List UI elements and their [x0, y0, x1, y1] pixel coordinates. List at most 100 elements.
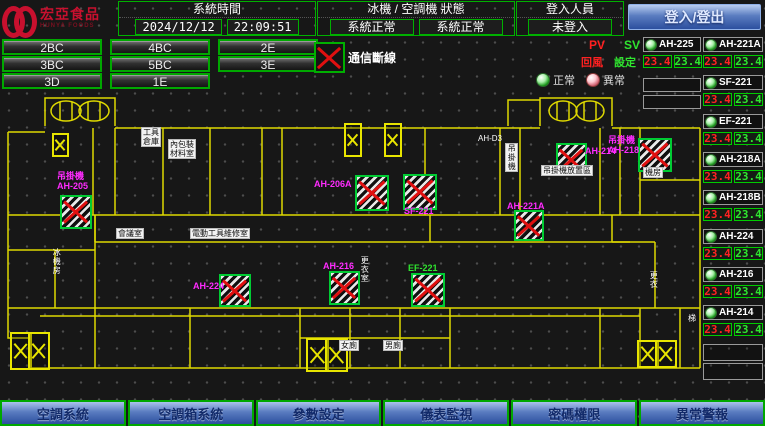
equipment-label-0: 吊掛機 AH-205	[57, 172, 88, 192]
offline-equipment-box-0[interactable]	[60, 195, 92, 229]
room-label-9: 冰機房	[52, 248, 61, 275]
system-time-title: 系統時間	[119, 2, 315, 18]
device-lamp-icon	[705, 39, 717, 51]
device-pv-value: 23.4	[703, 247, 732, 260]
floor-button-3e[interactable]: 3E	[218, 56, 318, 72]
device-sv-value: 23.4	[734, 285, 763, 298]
nav-button-0[interactable]: 空調系統	[0, 400, 126, 426]
equipment-label-2: SF-221	[404, 207, 434, 217]
device-right-AH-218B[interactable]: AH-218B	[703, 190, 763, 205]
offline-equipment-box-1[interactable]	[355, 175, 389, 211]
device-name-label: AH-224	[719, 231, 753, 242]
device-sv-value: 23.4	[734, 247, 763, 260]
device-sv-value: 23.4	[734, 208, 763, 221]
login-logout-button[interactable]: 登入/登出	[628, 4, 761, 30]
machine-status-panel: 冰機 / 空調機 狀態 系統正常系統正常	[317, 1, 515, 36]
device-name-label: AH-214	[719, 307, 753, 318]
device-right-AH-216[interactable]: AH-216	[703, 267, 763, 282]
floor-button-3bc[interactable]: 3BC	[2, 56, 102, 72]
room-label-2: AH-D3	[478, 134, 502, 143]
pv-name-label: 回風	[581, 54, 603, 70]
brand-name-en: HUNYA FOODS	[40, 23, 100, 29]
nav-button-3[interactable]: 儀表監視	[383, 400, 509, 426]
nav-button-2[interactable]: 參數設定	[256, 400, 382, 426]
device-sv-value: 23.4	[734, 323, 763, 336]
machine-status-title: 冰機 / 空調機 狀態	[318, 2, 514, 18]
empty-device-slot-left-0	[643, 78, 701, 92]
room-label-12: 更衣	[649, 271, 658, 289]
device-name-label: EF-221	[719, 116, 752, 127]
device-lamp-icon	[705, 154, 717, 166]
offline-equipment-box-2[interactable]	[403, 174, 437, 210]
device-right-SF-221[interactable]: SF-221	[703, 75, 763, 90]
stair-elevator-icon-2	[384, 123, 402, 157]
offline-equipment-box-8[interactable]	[411, 273, 445, 307]
empty-device-slot-right-0	[703, 344, 763, 361]
floor-button-1e[interactable]: 1E	[110, 73, 210, 89]
stair-elevator-icon-4	[28, 332, 50, 370]
device-name-label: AH-218A	[719, 154, 761, 165]
floor-row-1: 3BC 5BC 3E	[2, 56, 332, 72]
device-right-AH-224[interactable]: AH-224	[703, 229, 763, 244]
legend-abnormal: 異常	[586, 72, 625, 88]
login-user-title: 登入人員	[517, 2, 623, 18]
comm-lost-label: 通信斷線	[348, 49, 396, 66]
comm-lost-icon	[314, 42, 345, 73]
device-name-label: AH-216	[719, 269, 753, 280]
device-right-AH-218A[interactable]: AH-218A	[703, 152, 763, 167]
equipment-label-1: AH-206A	[314, 180, 352, 190]
room-label-1: 內包裝 材料室	[168, 139, 196, 159]
equipment-label-5: AH-221A	[507, 202, 545, 212]
abnormal-lamp-icon	[586, 73, 600, 87]
device-name-label: AH-221A	[719, 39, 761, 50]
room-label-0: 工具 倉庫	[141, 127, 161, 147]
stair-elevator-icon-8	[655, 340, 677, 368]
device-pv-value: 23.4	[703, 55, 732, 68]
equipment-label-6: AH-224	[193, 282, 224, 292]
bottom-nav: 空調系統空調箱系統參數設定儀表監視密碼權限異常警報	[0, 400, 765, 426]
room-label-7: 機房	[643, 167, 663, 178]
device-values-AH-225: 23.423.4	[643, 55, 701, 68]
system-clock-value: 22:09:51	[227, 19, 299, 35]
device-sv-value: 23.4	[734, 55, 763, 68]
device-right-AH-214[interactable]: AH-214	[703, 305, 763, 320]
floor-button-2e[interactable]: 2E	[218, 39, 318, 55]
machine-status-value-1: 系統正常	[419, 19, 503, 35]
floor-row-0: 2BC 4BC 2E	[2, 39, 332, 55]
device-pv-value: 23.4	[703, 132, 732, 145]
scada-hvac-screen: 宏亞食品 HUNYA FOODS 系統時間 2024/12/12 22:09:5…	[0, 0, 765, 426]
room-label-5: 電動工具維修室	[190, 228, 250, 239]
device-name-label: AH-218B	[719, 192, 761, 203]
device-values-AH-218A: 23.423.4	[703, 170, 763, 183]
floor-button-3d[interactable]: 3D	[2, 73, 102, 89]
floor-button-5bc[interactable]: 5BC	[110, 56, 210, 72]
floor-button-2bc[interactable]: 2BC	[2, 39, 102, 55]
brand-name: 宏亞食品	[40, 7, 100, 21]
device-name-label: AH-225	[659, 39, 693, 50]
device-right-AH-221A[interactable]: AH-221A	[703, 37, 763, 52]
device-sv-value: 23.4	[734, 170, 763, 183]
device-sv-value: 23.4	[734, 132, 763, 145]
device-sv-value: 23.4	[734, 93, 763, 106]
device-values-AH-224: 23.423.4	[703, 247, 763, 260]
device-left-AH-225[interactable]: AH-225	[643, 37, 701, 52]
device-sv-value: 23.4	[674, 55, 703, 68]
device-right-EF-221[interactable]: EF-221	[703, 114, 763, 129]
offline-equipment-box-7[interactable]	[329, 271, 360, 305]
empty-device-slot-right-1	[703, 363, 763, 380]
nav-button-4[interactable]: 密碼權限	[511, 400, 637, 426]
floor-button-4bc[interactable]: 4BC	[110, 39, 210, 55]
login-user-value: 未登入	[528, 19, 612, 35]
device-name-label: SF-221	[719, 77, 752, 88]
nav-button-1[interactable]: 空調箱系統	[128, 400, 254, 426]
device-lamp-icon	[705, 116, 717, 128]
device-values-AH-218B: 23.423.4	[703, 208, 763, 221]
legend-normal: 正常	[536, 72, 575, 88]
floor-selector: 2BC 4BC 2E 3BC 5BC 3E 3D 1E	[2, 39, 332, 90]
nav-button-5[interactable]: 異常警報	[639, 400, 765, 426]
equipment-label-4: 吊掛機 AH-218	[608, 136, 639, 156]
offline-equipment-box-5[interactable]	[514, 210, 544, 241]
header-bar: 宏亞食品 HUNYA FOODS 系統時間 2024/12/12 22:09:5…	[0, 0, 765, 36]
system-time-panel: 系統時間 2024/12/12 22:09:51	[118, 1, 316, 36]
sv-header: SV	[624, 38, 640, 52]
